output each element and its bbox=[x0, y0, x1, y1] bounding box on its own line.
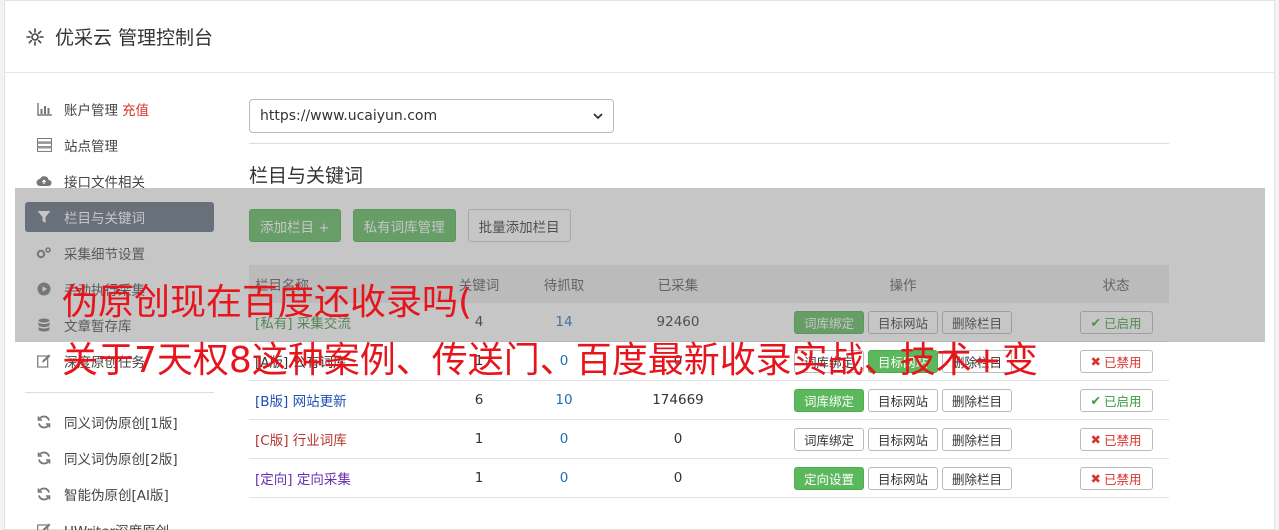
sidebar-item-ai-rewrite[interactable]: 智能伪原创[AI版] bbox=[25, 479, 214, 509]
sidebar-item-label: 同义词伪原创[1版] bbox=[64, 416, 178, 432]
operations: 词库绑定 目标网站 删除栏目 bbox=[743, 388, 1063, 412]
status-cell: ✖ 已禁用 bbox=[1063, 427, 1169, 451]
status-cell: ✖ 已禁用 bbox=[1063, 349, 1169, 373]
refresh-icon bbox=[36, 450, 52, 466]
section-title: 栏目与关键词 bbox=[249, 165, 364, 187]
target-site-button[interactable]: 目标网站 bbox=[867, 466, 938, 490]
pending-count[interactable]: 0 bbox=[515, 431, 613, 447]
status-badge[interactable]: ✖ 已禁用 bbox=[1079, 349, 1153, 373]
pending-count[interactable]: 10 bbox=[515, 392, 613, 408]
edit-icon bbox=[36, 353, 52, 369]
sidebar-item-account[interactable]: 账户管理 充值 bbox=[25, 94, 214, 124]
column-tag: [C版] bbox=[255, 433, 289, 449]
column-tag: [B版] bbox=[255, 394, 289, 410]
collected-count: 0 bbox=[673, 431, 683, 447]
lexicon-bind-button[interactable]: 词库绑定 bbox=[793, 427, 864, 451]
sidebar-item-uwriter[interactable]: UWriter深度原创 bbox=[25, 515, 214, 530]
page-header: 优采云 管理控制台 bbox=[5, 1, 1274, 73]
operations: 定向设置 目标网站 删除栏目 bbox=[743, 466, 1063, 490]
server-icon bbox=[36, 137, 52, 153]
collected-count: 0 bbox=[673, 470, 683, 486]
overlay-headline-line2: 关于7天权8这种案例、传送门、百度最新收录实战、技术+变 bbox=[62, 340, 1038, 381]
column-name-cell[interactable]: [C版] 行业词库 bbox=[249, 429, 443, 449]
sidebar-item-label: 站点管理 bbox=[64, 139, 118, 155]
lexicon-bind-button[interactable]: 词库绑定 bbox=[793, 388, 864, 412]
sidebar-item-synonym-v1[interactable]: 同义词伪原创[1版] bbox=[25, 407, 214, 437]
cloud-upload-icon bbox=[36, 173, 52, 189]
sidebar-divider bbox=[25, 392, 214, 393]
column-name: 定向采集 bbox=[296, 472, 351, 488]
delete-column-button[interactable]: 删除栏目 bbox=[942, 388, 1013, 412]
operations: 词库绑定 目标网站 删除栏目 bbox=[743, 427, 1063, 451]
refresh-icon bbox=[36, 486, 52, 502]
status-label: 已禁用 bbox=[1103, 471, 1142, 487]
delete-column-button[interactable]: 删除栏目 bbox=[942, 427, 1013, 451]
recharge-link[interactable]: 充值 bbox=[122, 99, 149, 119]
directed-settings-button[interactable]: 定向设置 bbox=[793, 466, 864, 490]
check-icon: ✔ bbox=[1090, 392, 1101, 408]
target-site-button[interactable]: 目标网站 bbox=[867, 388, 938, 412]
delete-column-button[interactable]: 删除栏目 bbox=[942, 466, 1013, 490]
keywords-count: 1 bbox=[474, 470, 484, 486]
overlay-headline-line1: 伪原创现在百度还收录吗( bbox=[62, 282, 473, 323]
sidebar-item-sites[interactable]: 站点管理 bbox=[25, 130, 214, 160]
edit-icon bbox=[36, 522, 52, 530]
sidebar-item-label: 账户管理 bbox=[64, 103, 118, 119]
sidebar-item-label: UWriter深度原创 bbox=[64, 520, 169, 530]
status-badge[interactable]: ✔ 已启用 bbox=[1079, 388, 1153, 412]
column-name-cell[interactable]: [定向] 定向采集 bbox=[249, 468, 443, 488]
sidebar-item-label: 智能伪原创[AI版] bbox=[64, 488, 169, 504]
table-row: [C版] 行业词库 1 0 0 词库绑定 目标网站 删除栏目 ✖ 已禁用 bbox=[249, 420, 1169, 459]
keywords-count: 1 bbox=[474, 431, 484, 447]
target-site-button[interactable]: 目标网站 bbox=[867, 427, 938, 451]
column-tag: [定向] bbox=[255, 472, 293, 488]
close-icon: ✖ bbox=[1090, 431, 1101, 447]
column-name: 网站更新 bbox=[292, 394, 347, 410]
keywords-count: 6 bbox=[474, 392, 484, 408]
close-icon: ✖ bbox=[1090, 353, 1101, 369]
column-name-cell[interactable]: [B版] 网站更新 bbox=[249, 390, 443, 410]
chevron-down-icon bbox=[593, 108, 603, 124]
pending-count[interactable]: 0 bbox=[515, 470, 613, 486]
site-select-value: https://www.ucaiyun.com bbox=[260, 108, 438, 124]
status-badge[interactable]: ✖ 已禁用 bbox=[1079, 466, 1153, 490]
status-badge[interactable]: ✖ 已禁用 bbox=[1079, 427, 1153, 451]
table-row: [B版] 网站更新 6 10 174669 词库绑定 目标网站 删除栏目 ✔ 已启… bbox=[249, 381, 1169, 420]
table-row: [定向] 定向采集 1 0 0 定向设置 目标网站 删除栏目 ✖ 已禁用 bbox=[249, 459, 1169, 498]
sidebar-item-label: 同义词伪原创[2版] bbox=[64, 452, 178, 468]
column-name: 行业词库 bbox=[292, 433, 347, 449]
main-content: https://www.ucaiyun.com 栏目与关键词 添加栏目 + 私有… bbox=[249, 99, 1169, 498]
gear-icon bbox=[25, 27, 45, 47]
refresh-icon bbox=[36, 414, 52, 430]
status-cell: ✔ 已启用 bbox=[1063, 388, 1169, 412]
collected-count: 174669 bbox=[652, 392, 704, 408]
close-icon: ✖ bbox=[1090, 470, 1101, 486]
site-select[interactable]: https://www.ucaiyun.com bbox=[249, 99, 614, 133]
page-title: 优采云 管理控制台 bbox=[55, 27, 214, 49]
section-divider bbox=[249, 143, 1169, 144]
status-label: 已禁用 bbox=[1103, 432, 1142, 448]
status-cell: ✖ 已禁用 bbox=[1063, 466, 1169, 490]
status-label: 已禁用 bbox=[1103, 354, 1142, 370]
sidebar-item-synonym-v2[interactable]: 同义词伪原创[2版] bbox=[25, 443, 214, 473]
bar-chart-icon bbox=[36, 101, 52, 117]
status-label: 已启用 bbox=[1103, 393, 1142, 409]
